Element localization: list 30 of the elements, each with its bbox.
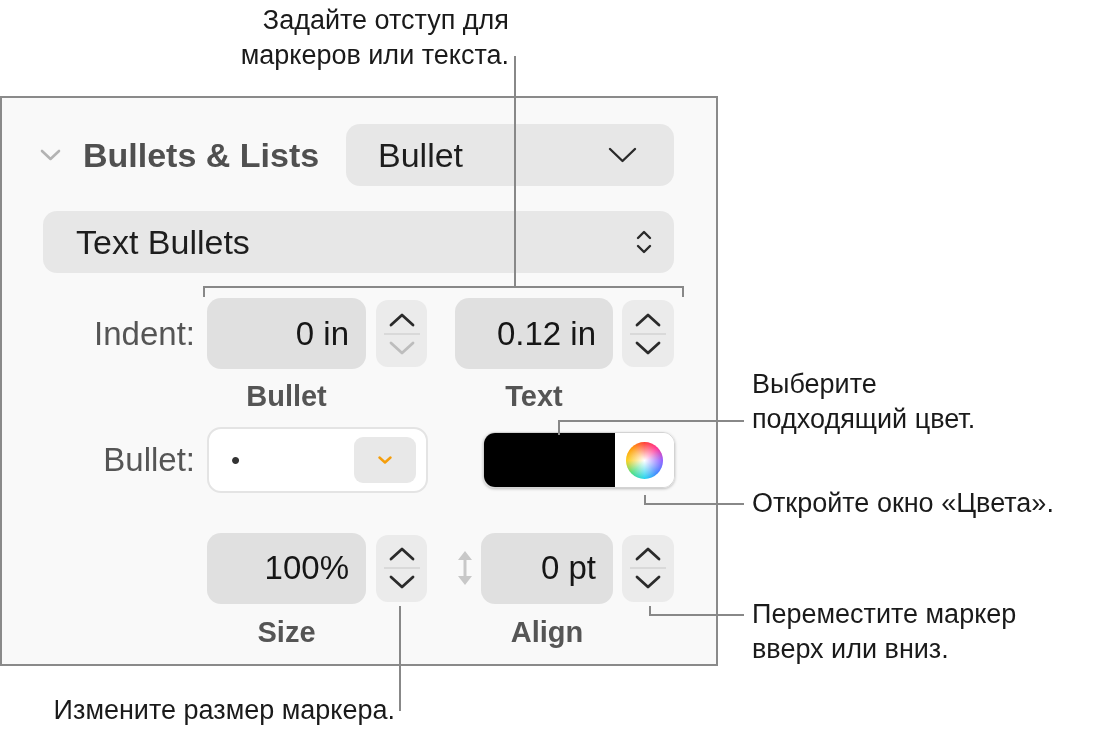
color-swatch[interactable]: [484, 433, 615, 487]
bullet-combo-box[interactable]: •: [207, 427, 428, 493]
stepper[interactable]: [376, 300, 427, 367]
list-style-popup[interactable]: Bullet: [346, 124, 674, 186]
number-field[interactable]: 0 pt: [481, 532, 613, 604]
field-caption: Size: [256, 615, 317, 649]
callout-text: Измените размер маркера.: [53, 694, 395, 727]
section-title: Bullets & Lists: [83, 135, 320, 175]
field-caption: Text: [504, 379, 564, 413]
field-label: Indent:: [93, 314, 195, 353]
number-field[interactable]: 0 in: [207, 298, 366, 369]
stepper[interactable]: [622, 534, 674, 602]
color-wheel-button[interactable]: [615, 433, 674, 487]
up-down-chevron-icon: [636, 229, 652, 255]
vertical-arrow-icon: [456, 551, 474, 585]
bullet-type-popup[interactable]: Text Bullets: [43, 211, 674, 273]
callout-text: Переместите маркер вверх или вниз.: [752, 598, 1018, 666]
number-field[interactable]: 100%: [207, 532, 366, 604]
chevron-down-icon: [378, 456, 392, 464]
stepper[interactable]: [376, 534, 427, 602]
callout-text: Откройте окно «Цвета».: [752, 487, 1054, 520]
callout-text: Задайте отступ для маркеров или текста.: [239, 4, 509, 72]
stepper[interactable]: [622, 300, 674, 367]
color-wheel-icon: [626, 441, 663, 479]
field-caption: Bullet: [245, 379, 328, 413]
chevron-down-icon: [608, 147, 637, 163]
callout-text: Выберите подходящий цвет.: [752, 368, 977, 436]
field-label: Bullet:: [102, 441, 195, 479]
field-caption: Align: [509, 615, 585, 649]
number-field[interactable]: 0.12 in: [455, 298, 613, 369]
